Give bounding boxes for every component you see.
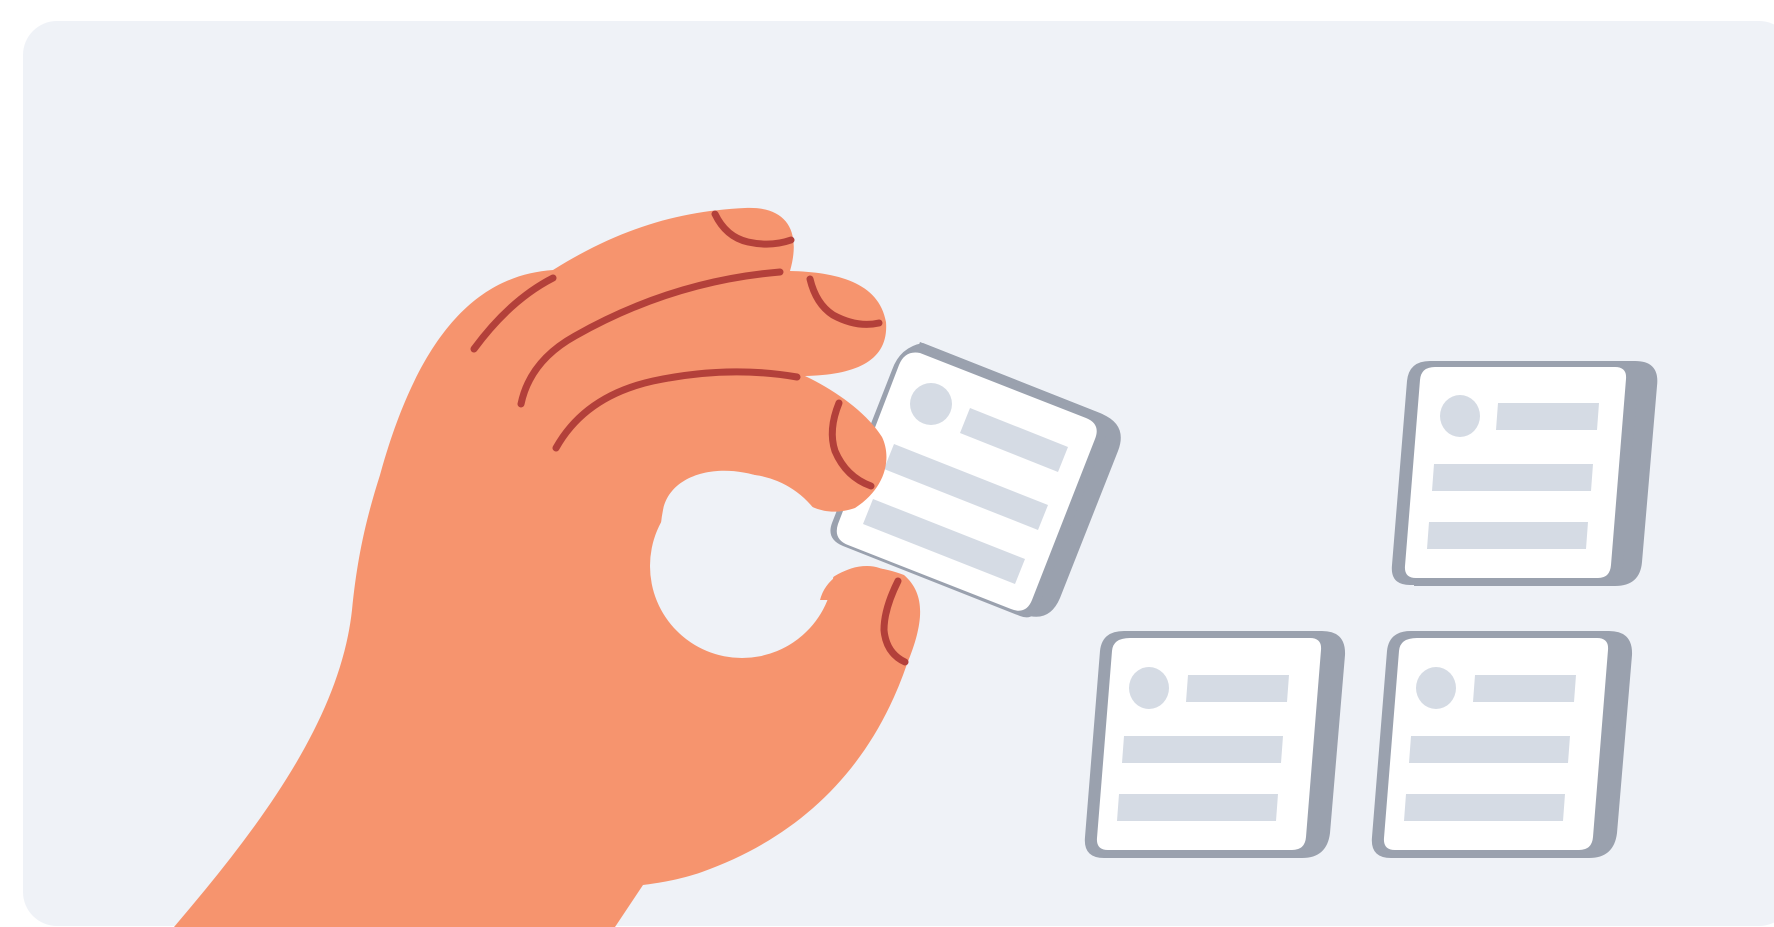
line-placeholder (1409, 736, 1570, 763)
card-bottom-left (1084, 631, 1346, 858)
line-placeholder (1473, 675, 1576, 702)
hand-picking-card-illustration (23, 21, 1774, 927)
avatar-placeholder (910, 383, 952, 425)
illustration-canvas (0, 0, 1774, 927)
line-placeholder (1432, 464, 1593, 491)
card-top-right (1391, 361, 1658, 586)
line-placeholder (1427, 522, 1588, 549)
finger-gap (650, 474, 834, 658)
avatar-placeholder (1416, 667, 1456, 709)
line-placeholder (1117, 794, 1278, 821)
avatar-placeholder (1129, 667, 1169, 709)
avatar-placeholder (1440, 395, 1480, 437)
card-bottom-right (1371, 631, 1633, 858)
line-placeholder (1122, 736, 1283, 763)
line-placeholder (1186, 675, 1289, 702)
line-placeholder (1496, 403, 1599, 430)
line-placeholder (1404, 794, 1565, 821)
